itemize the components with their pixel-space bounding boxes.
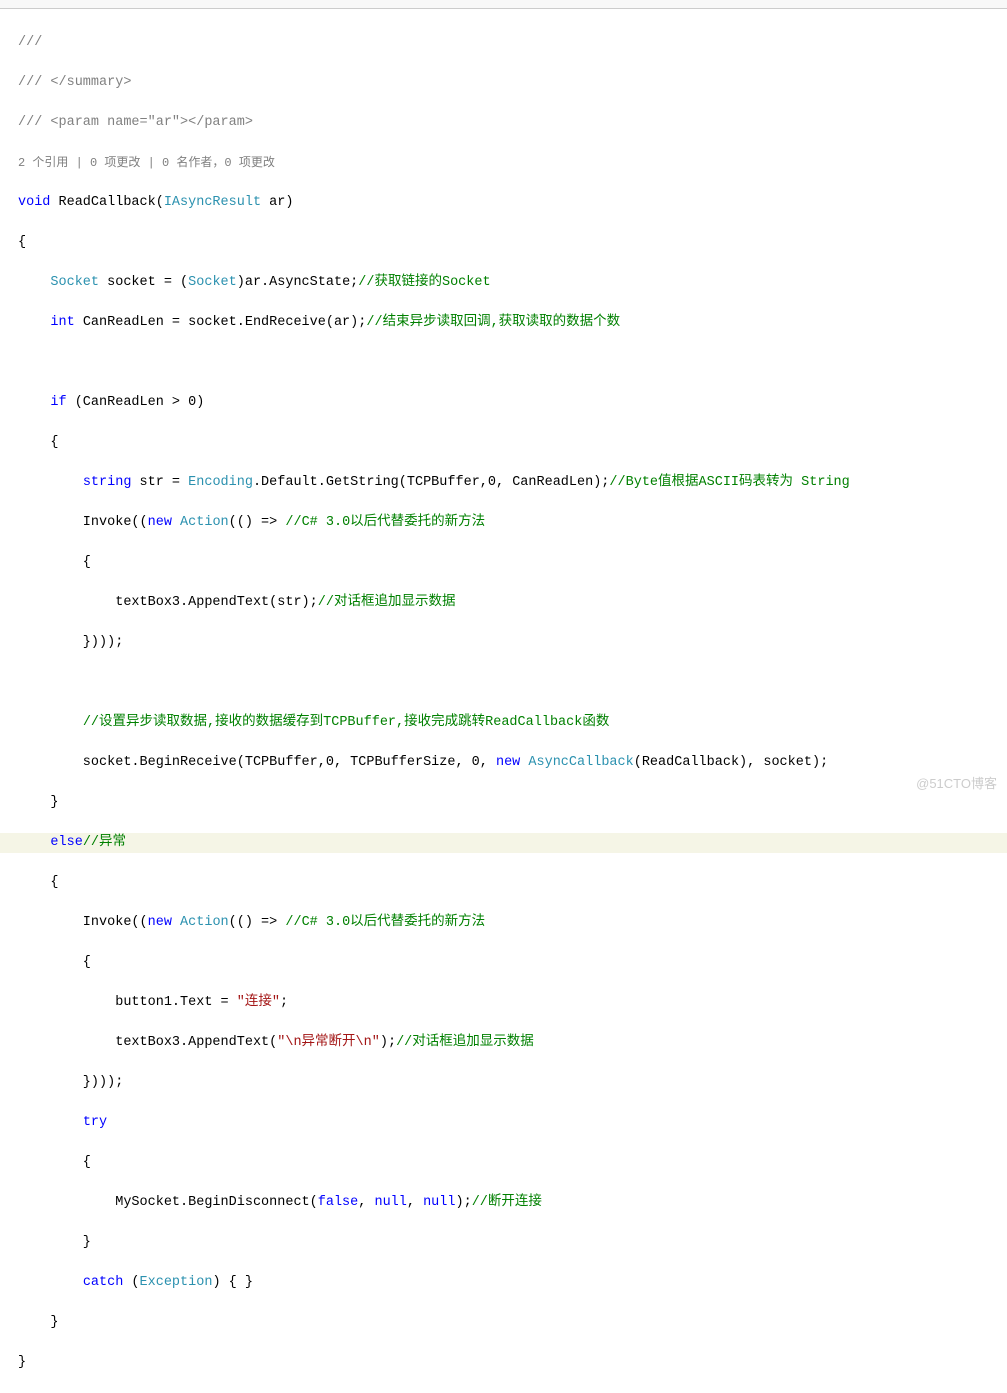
code-line: catch (Exception) { } (18, 1273, 1007, 1293)
code-line: { (18, 953, 1007, 973)
code-line: socket.BeginReceive(TCPBuffer,0, TCPBuff… (18, 753, 1007, 773)
code-line: { (18, 873, 1007, 893)
code-line: Socket socket = (Socket)ar.AsyncState;//… (18, 273, 1007, 293)
code-line: /// (18, 33, 1007, 53)
code-line: void ReadCallback(IAsyncResult ar) (18, 193, 1007, 213)
code-editor[interactable]: /// /// </summary> /// <param name="ar">… (0, 9, 1007, 1393)
code-line: try (18, 1113, 1007, 1133)
code-line: textBox3.AppendText("\n异常断开\n");//对话框追加显… (18, 1033, 1007, 1053)
code-line: Invoke((new Action(() => //C# 3.0以后代替委托的… (18, 513, 1007, 533)
code-line: if (CanReadLen > 0) (18, 393, 1007, 413)
code-line: { (18, 553, 1007, 573)
code-line: button1.Text = "连接"; (18, 993, 1007, 1013)
code-line (18, 673, 1007, 693)
code-line: { (18, 233, 1007, 253)
code-line: } (18, 1353, 1007, 1373)
code-line (18, 353, 1007, 373)
code-line-highlighted: else//异常 (0, 833, 1007, 853)
code-line: //设置异步读取数据,接收的数据缓存到TCPBuffer,接收完成跳转ReadC… (18, 713, 1007, 733)
code-line: } (18, 1313, 1007, 1333)
watermark-text: @51CTO博客 (916, 773, 997, 792)
code-line: int CanReadLen = socket.EndReceive(ar);/… (18, 313, 1007, 333)
code-line: MySocket.BeginDisconnect(false, null, nu… (18, 1193, 1007, 1213)
code-line: string str = Encoding.Default.GetString(… (18, 473, 1007, 493)
codelens-info[interactable]: 2 个引用 | 0 项更改 | 0 名作者，0 项更改 (18, 153, 1007, 173)
code-line: }))); (18, 633, 1007, 653)
code-line: { (18, 1153, 1007, 1173)
code-line: textBox3.AppendText(str);//对话框追加显示数据 (18, 593, 1007, 613)
code-line: { (18, 433, 1007, 453)
editor-top-border (0, 0, 1007, 9)
code-line: } (18, 793, 1007, 813)
code-line: }))); (18, 1073, 1007, 1093)
code-line: Invoke((new Action(() => //C# 3.0以后代替委托的… (18, 913, 1007, 933)
code-line: /// <param name="ar"></param> (18, 113, 1007, 133)
code-line: /// </summary> (18, 73, 1007, 93)
code-line: } (18, 1233, 1007, 1253)
